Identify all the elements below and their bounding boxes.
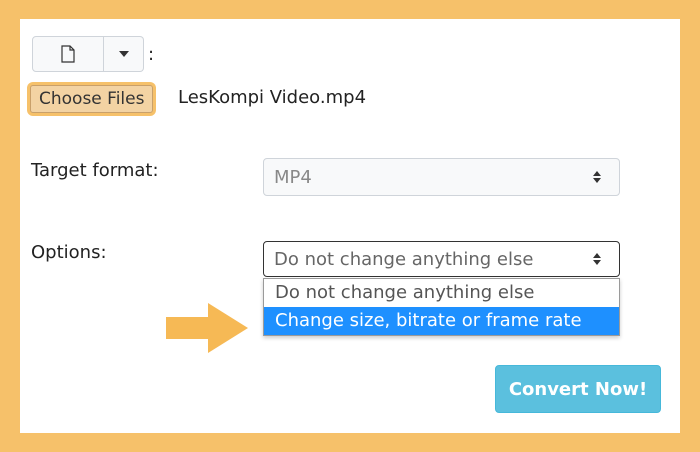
- options-select[interactable]: Do not change anything else: [263, 241, 620, 277]
- updown-icon: [593, 171, 601, 183]
- converter-panel: : Choose Files LesKompi Video.mp4 Target…: [20, 19, 680, 433]
- target-format-label: Target format:: [31, 160, 159, 181]
- separator-colon: :: [148, 43, 155, 65]
- file-icon: [61, 45, 75, 63]
- target-format-value: MP4: [274, 166, 312, 188]
- selected-file-name: LesKompi Video.mp4: [178, 87, 367, 108]
- file-source-group: :: [32, 36, 154, 72]
- file-source-dropdown-button[interactable]: [104, 36, 144, 72]
- options-value: Do not change anything else: [274, 248, 534, 270]
- option-no-change[interactable]: Do not change anything else: [264, 279, 619, 307]
- caret-down-icon: [118, 51, 129, 57]
- file-source-button[interactable]: [32, 36, 104, 72]
- convert-now-button[interactable]: Convert Now!: [495, 365, 661, 413]
- options-label: Options:: [31, 242, 107, 263]
- options-dropdown-list: Do not change anything else Change size,…: [263, 278, 620, 336]
- arrow-right-icon: [166, 303, 248, 353]
- target-format-select[interactable]: MP4: [263, 158, 620, 196]
- choose-files-highlight: Choose Files: [27, 82, 157, 116]
- option-change-size-bitrate-framerate[interactable]: Change size, bitrate or frame rate: [264, 307, 619, 335]
- updown-icon: [593, 253, 601, 265]
- choose-files-button[interactable]: Choose Files: [30, 85, 154, 113]
